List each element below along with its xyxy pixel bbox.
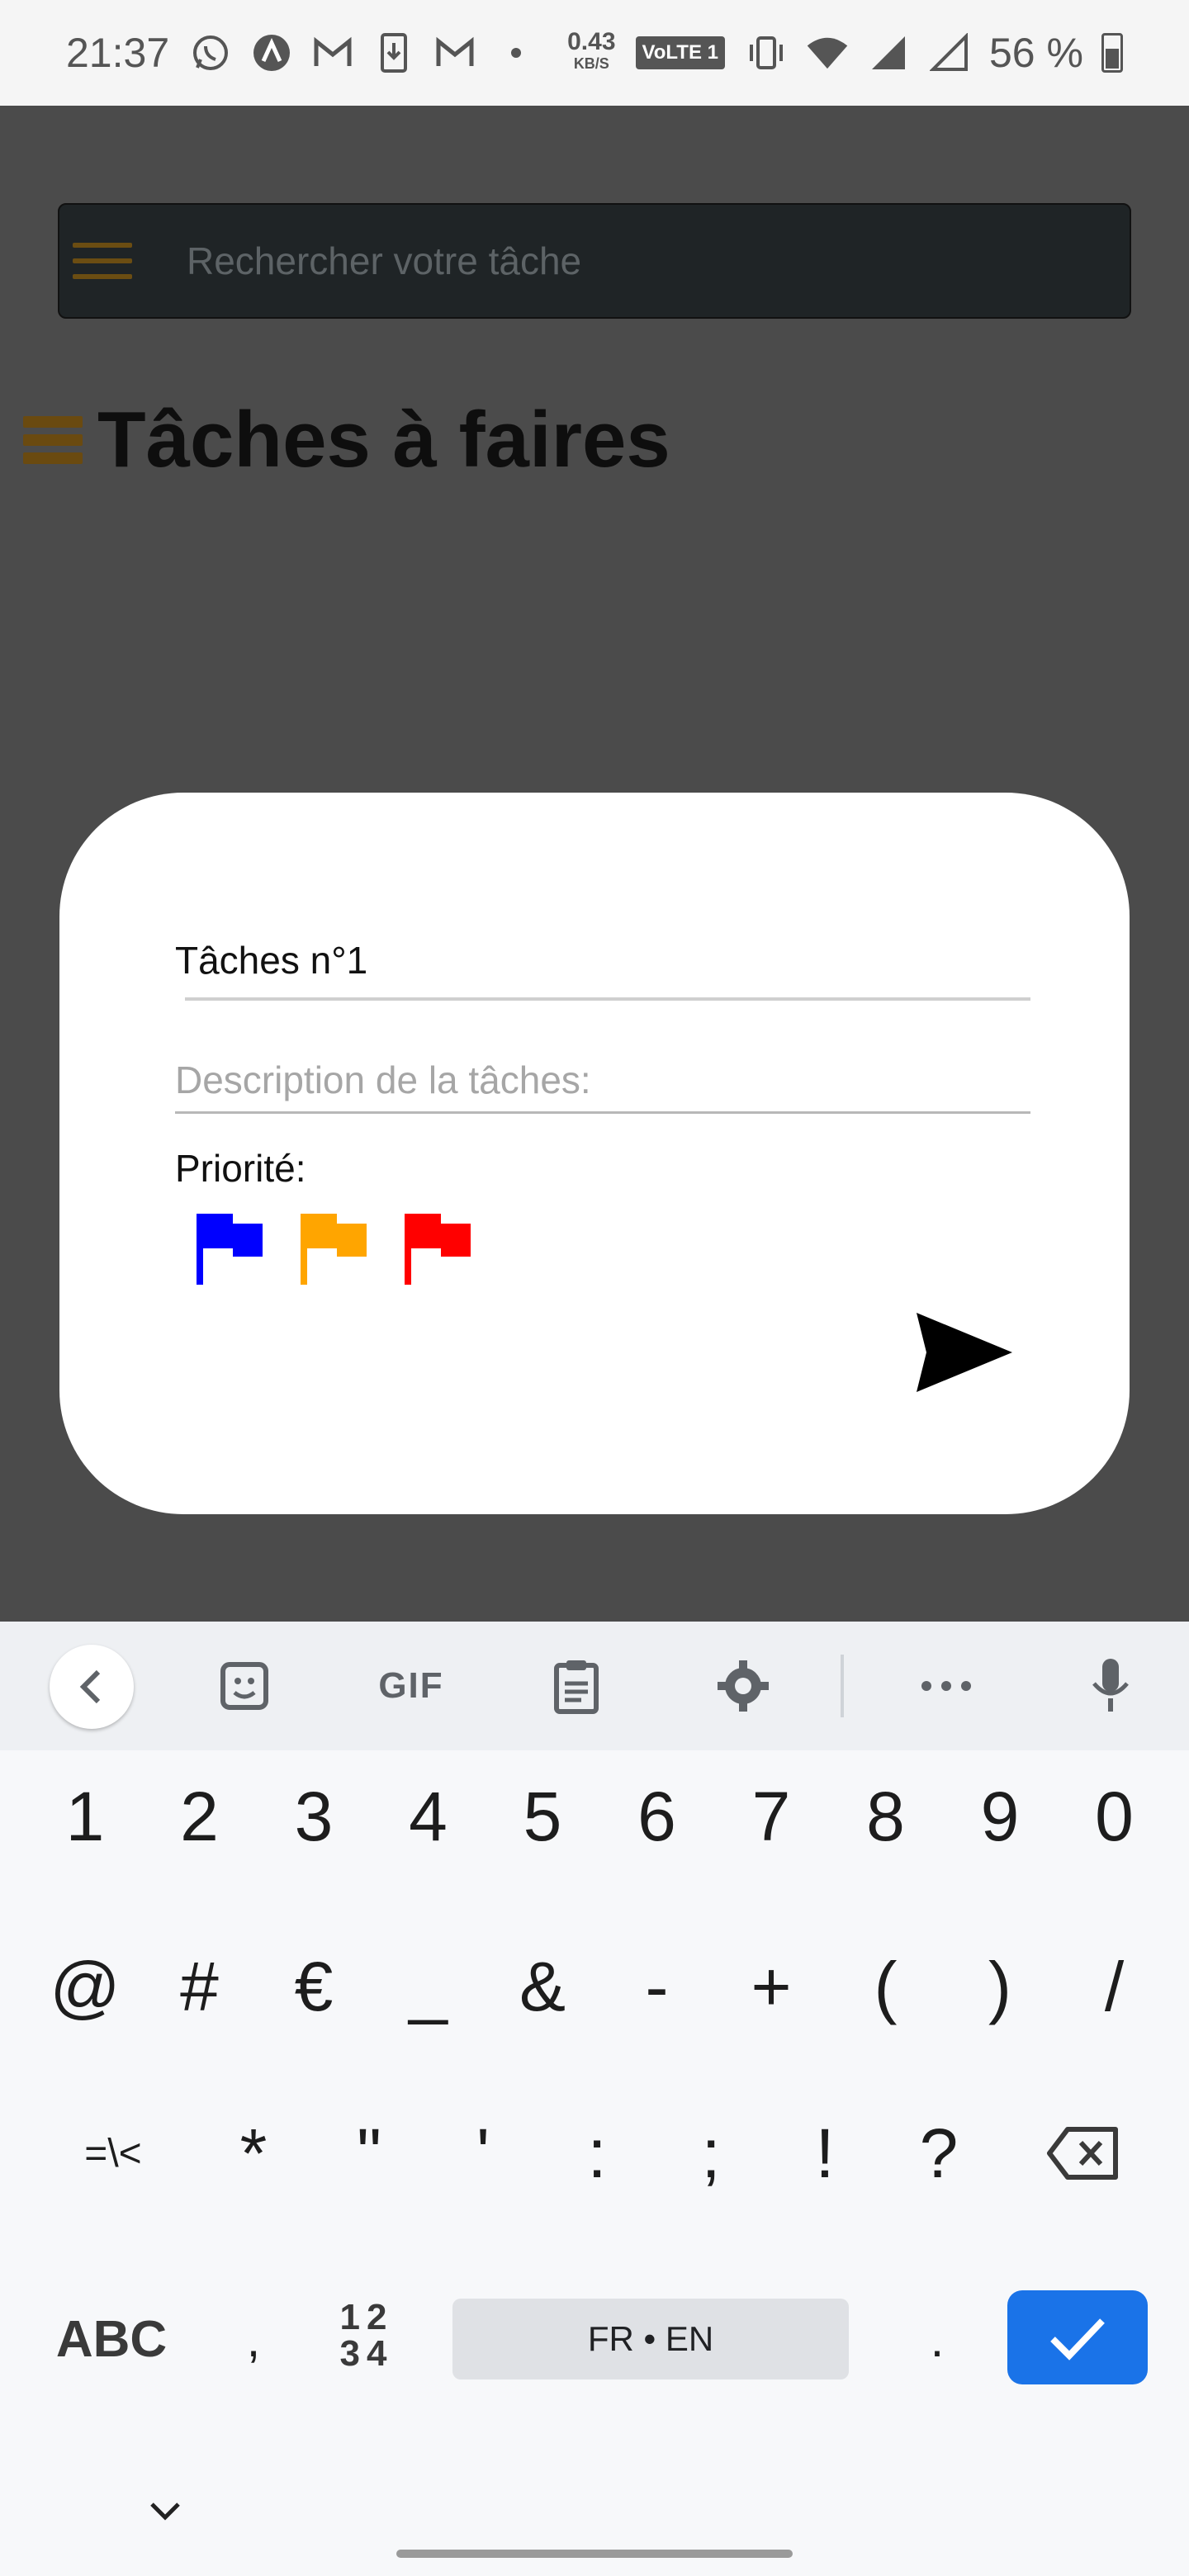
flag-red-icon[interactable]	[403, 1210, 472, 1286]
signal-icon	[867, 31, 910, 74]
network-speed: 0.43 KB/S	[567, 28, 616, 74]
abc-key[interactable]: ABC	[41, 2299, 182, 2379]
priority-selector	[195, 1210, 472, 1286]
signal-empty-icon	[928, 31, 971, 74]
period-key[interactable]: .	[900, 2299, 974, 2379]
page-title: Tâches à faires	[97, 395, 670, 484]
gear-icon	[718, 1660, 769, 1712]
title-underline	[185, 997, 1030, 1001]
speed-value: 0.43	[567, 28, 616, 55]
wifi-icon	[806, 31, 849, 74]
clipboard-button[interactable]	[545, 1655, 608, 1717]
download-icon	[372, 31, 415, 74]
key[interactable]: :	[552, 2107, 642, 2200]
menu-icon[interactable]	[73, 243, 132, 279]
chevron-down-icon	[150, 2503, 180, 2521]
voice-input-button[interactable]	[1082, 1655, 1139, 1717]
description-underline	[175, 1111, 1030, 1114]
key[interactable]: @	[40, 1940, 130, 2033]
gmail-icon	[311, 31, 354, 74]
numpad-key-top: 12	[339, 2297, 394, 2337]
keyboard-toolbar: GIF	[0, 1622, 1189, 1750]
space-key[interactable]: FR • EN	[452, 2299, 849, 2379]
key[interactable]: 2	[154, 1770, 245, 1863]
toolbar-divider	[841, 1655, 844, 1717]
key[interactable]: 3	[268, 1770, 359, 1863]
key[interactable]: 9	[955, 1770, 1045, 1863]
volte-badge: VoLTE 1	[635, 36, 725, 69]
more-icon	[921, 1681, 971, 1691]
flag-orange-icon[interactable]	[299, 1210, 368, 1286]
key[interactable]: 4	[383, 1770, 474, 1863]
settings-button[interactable]	[712, 1655, 775, 1717]
key[interactable]: '	[438, 2107, 528, 2200]
key[interactable]: 8	[841, 1770, 931, 1863]
key[interactable]: ?	[893, 2107, 984, 2200]
key[interactable]: 5	[497, 1770, 588, 1863]
key[interactable]: -	[612, 1940, 703, 2033]
speed-unit: KB/S	[573, 55, 609, 72]
priority-label: Priorité:	[175, 1147, 306, 1190]
add-task-dialog: Tâches n°1 Priorité:	[59, 793, 1130, 1514]
gesture-home-bar[interactable]	[396, 2550, 793, 2558]
key[interactable]: !	[779, 2107, 870, 2200]
backspace-icon	[1047, 2127, 1118, 2180]
whatsapp-icon	[189, 31, 232, 74]
key[interactable]: (	[841, 1940, 931, 2033]
flag-blue-icon[interactable]	[195, 1210, 264, 1286]
key[interactable]: #	[154, 1940, 245, 2033]
key[interactable]: "	[324, 2107, 414, 2200]
keyboard: GIF 1234567890 @ # € _ & - +() / =\< * " ':;!? ABC…	[0, 1622, 1189, 2576]
numpad-key-bottom: 34	[339, 2333, 394, 2374]
key[interactable]: 7	[726, 1770, 817, 1863]
symbol-row-2: =\< * " ':;!?	[0, 2107, 1189, 2200]
key[interactable]: 1	[40, 1770, 130, 1863]
number-row: 1234567890	[0, 1770, 1189, 1863]
status-bar: 21:37 0.43 KB/S VoLTE 1 56 %	[0, 0, 1189, 106]
battery-icon	[1101, 33, 1123, 73]
task-list-icon	[23, 416, 83, 464]
microphone-icon	[1092, 1659, 1129, 1712]
key[interactable]: 6	[612, 1770, 703, 1863]
clipboard-icon	[554, 1660, 599, 1714]
dot-icon	[495, 31, 538, 74]
key[interactable]: /	[1069, 1940, 1160, 2033]
key[interactable]: +	[726, 1940, 817, 2033]
vibrate-icon	[745, 31, 788, 74]
key[interactable]: €	[268, 1940, 359, 2033]
key[interactable]: _	[383, 1940, 474, 2033]
numpad-key[interactable]: 12 34	[317, 2282, 416, 2389]
search-bar[interactable]	[58, 203, 1131, 319]
key[interactable]: 0	[1069, 1770, 1160, 1863]
send-icon[interactable]	[913, 1309, 1016, 1395]
notification-icons	[189, 31, 538, 74]
sticker-icon	[220, 1662, 268, 1710]
key[interactable]: *	[208, 2107, 299, 2200]
enter-key[interactable]	[1007, 2290, 1148, 2384]
gmail-icon	[433, 31, 476, 74]
key[interactable]: ;	[666, 2107, 756, 2200]
gif-button[interactable]: GIF	[370, 1655, 452, 1717]
comma-key[interactable]: ,	[216, 2299, 291, 2379]
task-description-field[interactable]	[175, 1057, 1030, 1103]
check-icon	[1050, 2318, 1105, 2361]
symbol-row-1: @ # € _ & - + () /	[0, 1940, 1189, 2033]
key[interactable]: )	[955, 1940, 1045, 2033]
back-button[interactable]	[50, 1645, 134, 1729]
status-time: 21:37	[66, 30, 170, 76]
more-button[interactable]	[915, 1655, 978, 1717]
chevron-left-icon	[79, 1669, 101, 1704]
backspace-key[interactable]	[1039, 2107, 1128, 2200]
battery-percent: 56 %	[988, 30, 1083, 76]
task-title-field[interactable]: Tâches n°1	[175, 938, 1030, 989]
search-input[interactable]	[187, 239, 1130, 283]
hide-keyboard-button[interactable]	[145, 2495, 185, 2528]
key[interactable]: =\<	[51, 2107, 175, 2200]
page-header: Tâches à faires	[23, 395, 670, 485]
app-logo-icon	[250, 31, 293, 74]
key[interactable]: &	[497, 1940, 588, 2033]
sticker-button[interactable]	[213, 1655, 276, 1717]
